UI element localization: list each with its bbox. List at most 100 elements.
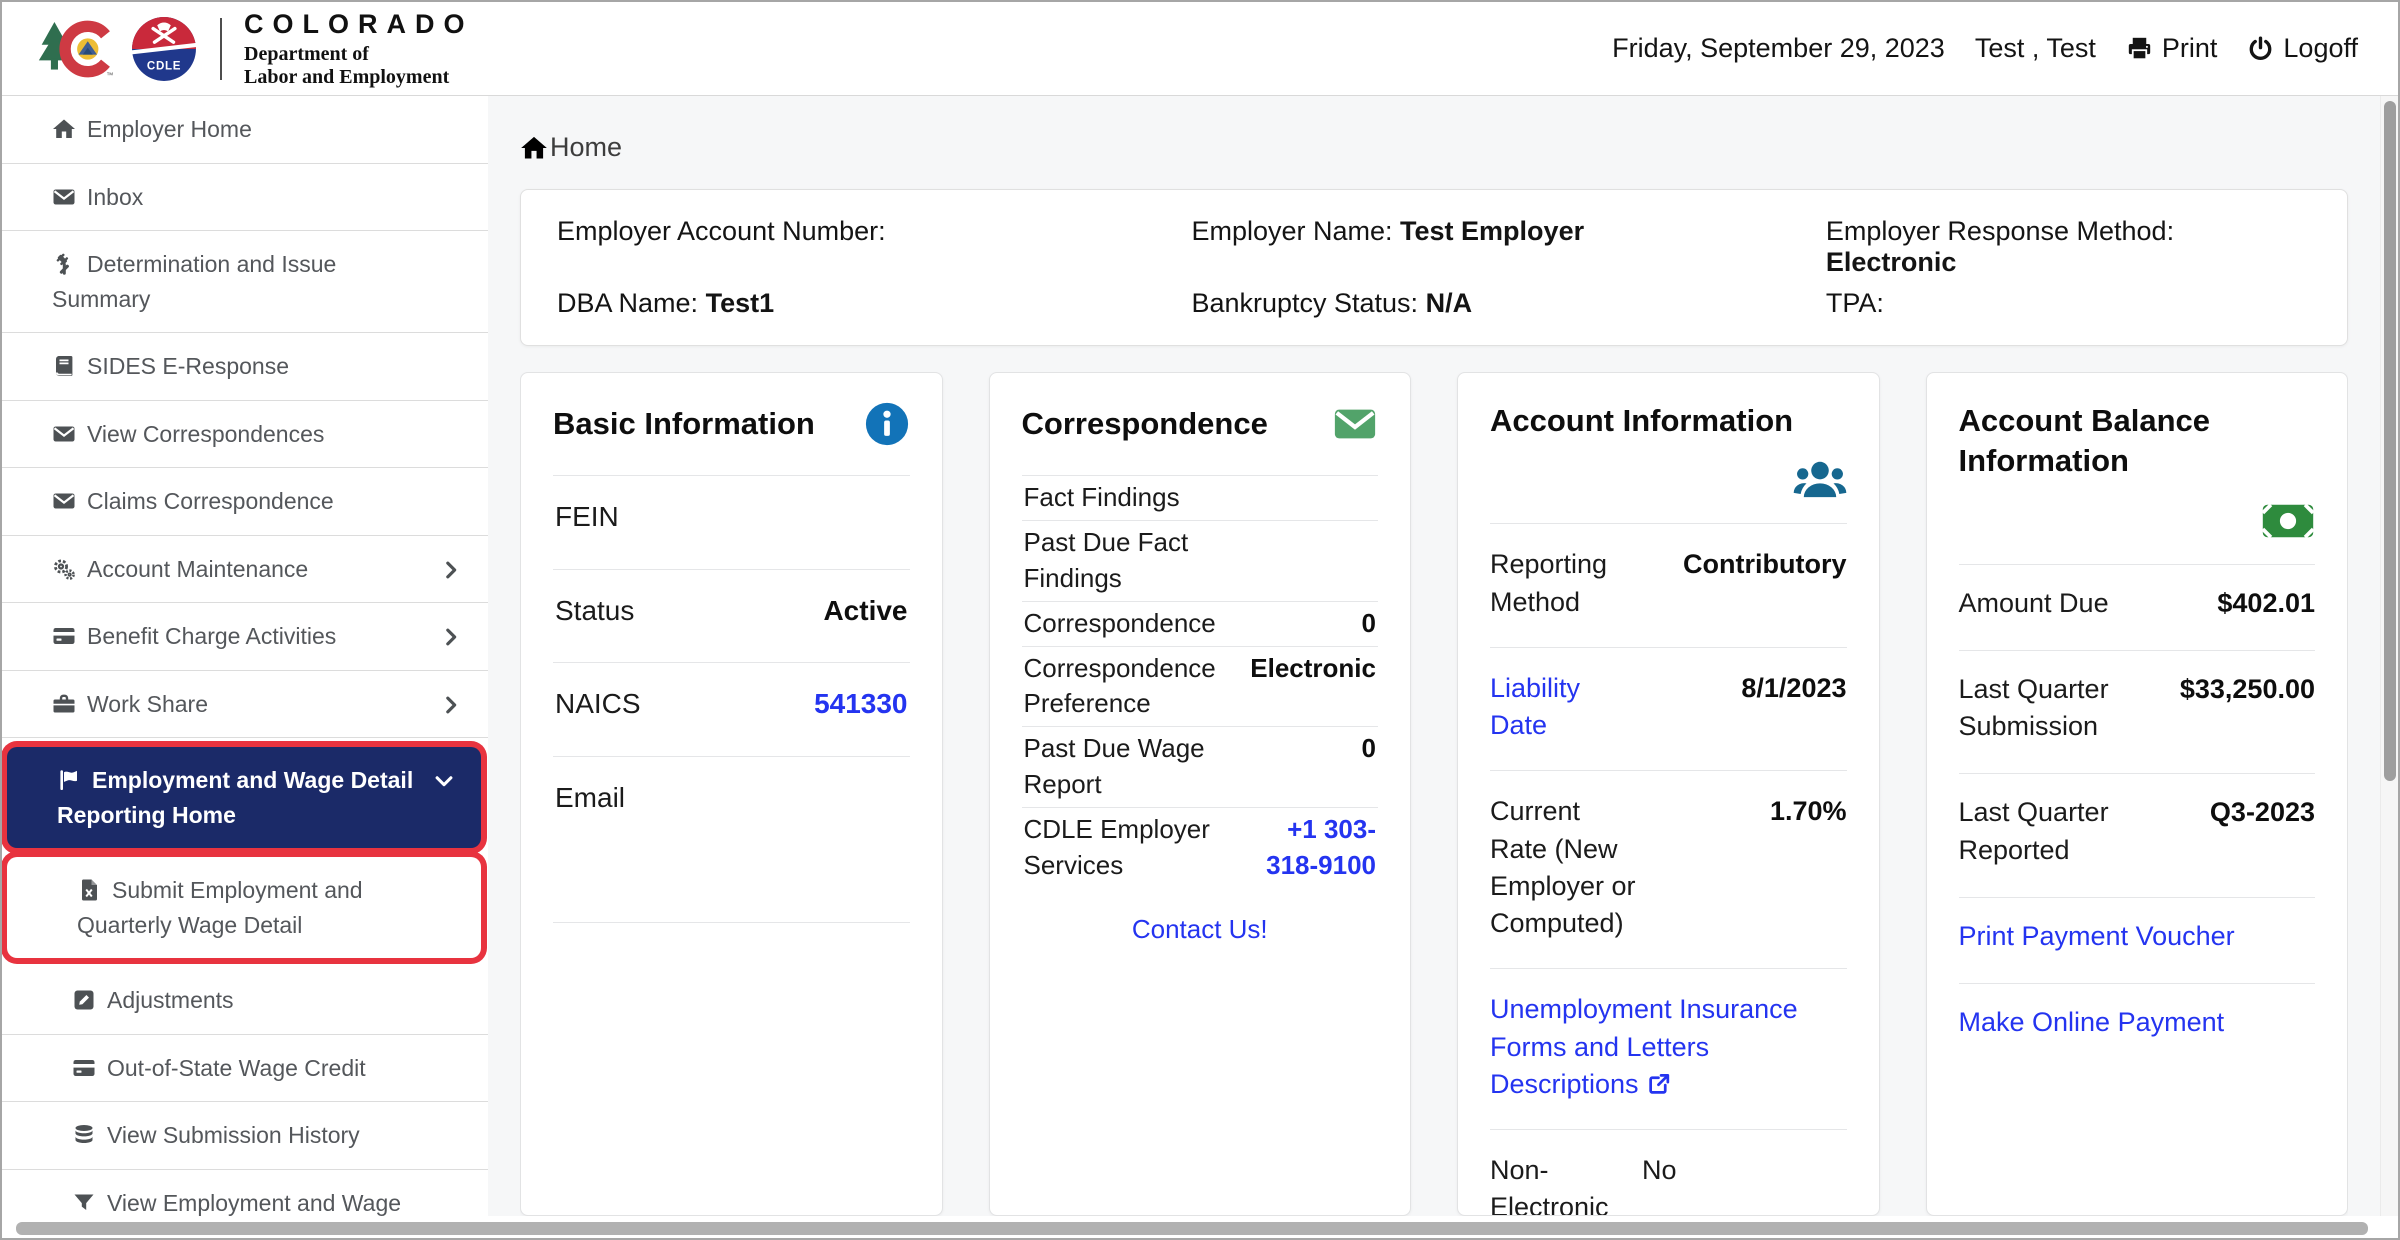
database-icon	[72, 1123, 96, 1147]
brand-divider	[220, 17, 222, 80]
row-label: FEIN	[555, 501, 619, 532]
link-print-payment-voucher[interactable]: Print Payment Voucher	[1959, 921, 2235, 951]
row-label: Fact Findings	[1023, 482, 1180, 512]
pen-square-icon	[72, 988, 96, 1012]
sidebar-item-adjustments[interactable]: Adjustments	[2, 967, 488, 1035]
colorado-state-logo: ™	[36, 13, 114, 85]
brand-title: COLORADO	[244, 9, 474, 40]
sidebar-item-inbox[interactable]: Inbox	[2, 164, 488, 231]
card-title: Account Balance Information	[1958, 403, 2211, 479]
app-window: ™ CDLE COLORADO Department of Labor and …	[0, 0, 2400, 1240]
row-reporting-method: Reporting Method Contributory	[1490, 523, 1847, 647]
card-header: Account Information	[1490, 401, 1847, 507]
sidebar-item-account-maintenance[interactable]: Account Maintenance	[2, 536, 488, 603]
row-label: Last Quarter Reported	[1958, 797, 2109, 865]
row-unemployment-insurance-forms-and-letters-descriptions: Unemployment Insurance Forms and Letters…	[1490, 968, 1847, 1129]
horizontal-scrollbar-thumb[interactable]	[16, 1222, 2368, 1235]
row-current-rate-new-employer-or-computed: Current Rate (New Employer or Computed) 1…	[1490, 770, 1847, 968]
brand-department: Department of Labor and Employment	[244, 43, 450, 88]
row-label: Amount Due	[1958, 587, 2109, 618]
envelope-icon	[52, 185, 76, 209]
sidebar-item-benefit-charge-activities[interactable]: Benefit Charge Activities	[2, 603, 488, 671]
row-fact-findings: Fact Findings	[1021, 475, 1378, 520]
vertical-scrollbar-thumb[interactable]	[2384, 101, 2396, 781]
row-label: CDLE Employer Services	[1023, 814, 1210, 880]
sidebar-item-employment-and-wage-detail-reporting-home[interactable]: Employment and Wage Detail Reporting Hom…	[7, 747, 481, 848]
chevron-down-icon	[433, 767, 455, 789]
row-value[interactable]: +1 303-318-9100	[1242, 812, 1376, 884]
row-value[interactable]: 541330	[814, 685, 907, 724]
sidebar-item-label: Work Share	[87, 690, 209, 717]
filter-icon	[72, 1191, 96, 1215]
print-button[interactable]: Print	[2126, 33, 2217, 64]
sidebar: Employer Home Inbox Determination and Issu…	[2, 96, 488, 1216]
row-label: Past Due Wage Report	[1023, 733, 1205, 800]
row-value: No	[1642, 1155, 1677, 1186]
link-unemployment-insurance-forms-and-letters-descriptions[interactable]: Unemployment Insurance Forms and Letters…	[1490, 994, 1798, 1099]
gears-icon	[52, 557, 76, 581]
row-label: Correspondence Preference	[1023, 652, 1216, 719]
flag-icon	[57, 768, 81, 792]
sidebar-item-view-submission-history[interactable]: View Submission History	[2, 1102, 488, 1170]
card-title: Correspondence	[1021, 405, 1268, 441]
row-make-online-payment: Make Online Payment	[1958, 983, 2315, 1069]
row-value: Q3-2023	[2209, 797, 2315, 828]
row-email: Email	[553, 755, 910, 923]
logoff-button[interactable]: Logoff	[2247, 33, 2358, 64]
row-liability-date: Liability Date 8/1/2023	[1490, 646, 1847, 771]
sidebar-item-employer-home[interactable]: Employer Home	[2, 96, 488, 164]
book-icon	[52, 354, 76, 378]
breadcrumb[interactable]: Home	[520, 132, 2358, 163]
vertical-scrollbar[interactable]	[2380, 96, 2398, 1216]
chevron-right-icon	[440, 623, 462, 646]
row-label: Reporting Method	[1490, 549, 1608, 617]
svg-text:CDLE: CDLE	[147, 60, 181, 72]
sidebar-item-submit-employment-and-quarterly-wage-detail[interactable]: Submit Employment and Quarterly Wage Det…	[7, 857, 481, 958]
credit-card-icon	[72, 1056, 96, 1080]
link-contact-us[interactable]: Contact Us!	[1132, 914, 1268, 944]
row-print-payment-voucher: Print Payment Voucher	[1958, 896, 2315, 983]
tpa-field: TPA:	[1825, 288, 1884, 318]
sidebar-item-label: Adjustments	[107, 987, 234, 1013]
bankruptcy-status-field: Bankruptcy Status: N/A	[1191, 288, 1473, 318]
sidebar-item-determination-and-issue-summary[interactable]: Determination and Issue Summary	[2, 231, 488, 333]
envelope-icon	[52, 422, 76, 446]
sidebar-item-label: Claims Correspondence	[87, 488, 334, 514]
horizontal-scrollbar[interactable]	[2, 1216, 2398, 1238]
row-last-quarter-submission: Last Quarter Submission $33,250.00	[1958, 649, 2315, 774]
dba-name-field: DBA Name: Test1	[557, 288, 775, 318]
card-footer: Contact Us!	[1022, 888, 1379, 955]
svg-text:™: ™	[106, 71, 113, 79]
briefcase-icon	[52, 692, 76, 716]
row-value: Active	[823, 594, 908, 626]
link-make-online-payment[interactable]: Make Online Payment	[1959, 1007, 2225, 1037]
employer-name-field: Employer Name: Test Employer	[1191, 216, 1585, 246]
sidebar-item-sides-e-response[interactable]: SIDES E-Response	[2, 333, 488, 401]
employer-account-number-field: Employer Account Number:	[557, 216, 886, 246]
row-non-electronic-filing-waiver: Non-Electronic Filing Waiver No	[1490, 1129, 1847, 1216]
file-excel-icon	[77, 878, 101, 902]
sidebar-item-claims-correspondence[interactable]: Claims Correspondence	[2, 468, 488, 536]
card-header: Correspondence	[1022, 401, 1379, 447]
header-right: Friday, September 29, 2023 Test , Test P…	[1612, 33, 2358, 64]
row-last-quarter-reported: Last Quarter Reported Q3-2023	[1958, 773, 2315, 897]
row-label[interactable]: Liability Date	[1490, 670, 1642, 745]
row-label: Status	[555, 594, 635, 626]
sidebar-item-work-share[interactable]: Work Share	[2, 671, 488, 738]
row-label: Correspondence	[1023, 607, 1216, 638]
row-cdle-employer-services: CDLE Employer Services +1 303-318-9100	[1021, 807, 1378, 888]
sidebar-item-out-of-state-wage-credit[interactable]: Out-of-State Wage Credit	[2, 1035, 488, 1102]
sidebar-item-label: Employment and Wage Detail Reporting Hom…	[57, 767, 414, 828]
row-value: $33,250.00	[2179, 673, 2315, 704]
sidebar-item-label: SIDES E-Response	[87, 353, 289, 379]
home-icon	[52, 117, 76, 141]
info-circle-icon	[864, 401, 910, 447]
sidebar-item-view-employment-and-wage-detail-history[interactable]: View Employment and Wage Detail History	[2, 1170, 488, 1217]
header: ™ CDLE COLORADO Department of Labor and …	[2, 2, 2398, 96]
chevron-right-icon	[440, 691, 462, 713]
row-label: Non-Electronic Filing Waiver	[1490, 1155, 1609, 1216]
row-naics: NAICS 541330	[553, 662, 910, 756]
dashboard-cards: Basic Information FEIN Status Active NAICS 54…	[520, 372, 2348, 1216]
sidebar-item-view-correspondences[interactable]: View Correspondences	[2, 401, 488, 468]
power-icon	[2247, 35, 2274, 62]
